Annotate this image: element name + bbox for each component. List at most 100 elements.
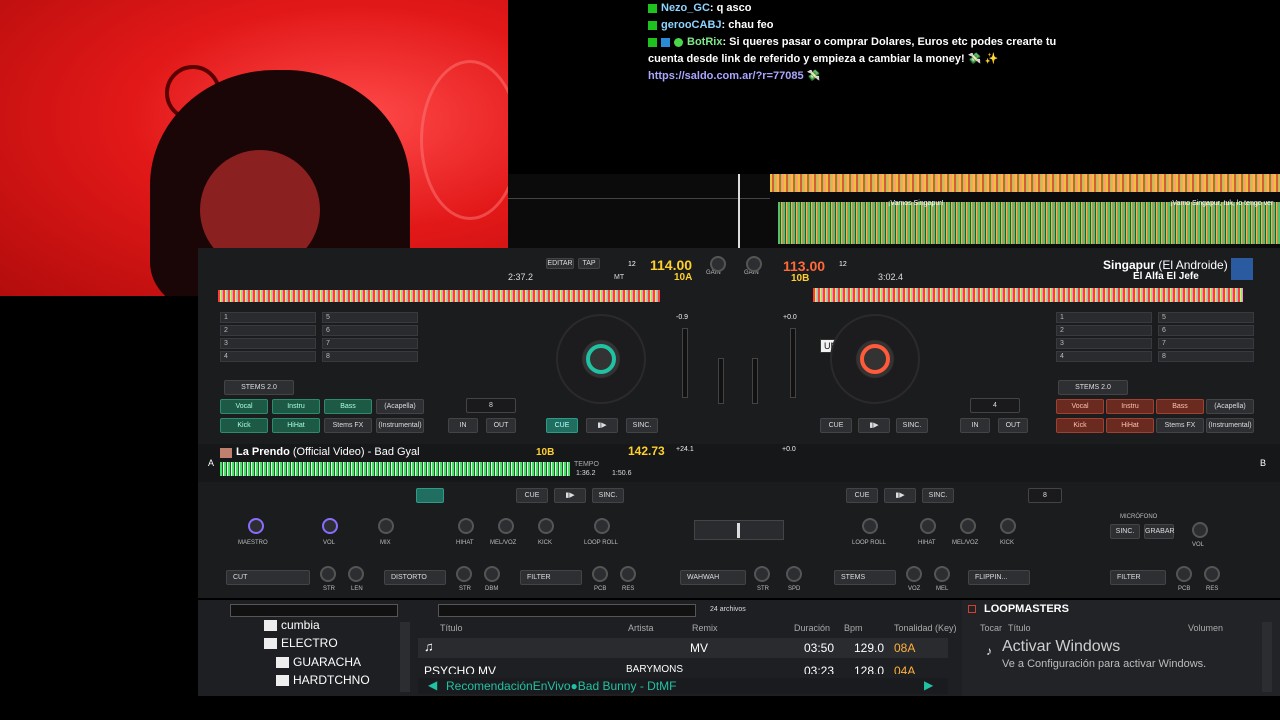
hotcue-slot[interactable]: 2 xyxy=(220,325,316,336)
play-button[interactable]: ▮▶ xyxy=(586,418,618,433)
folder-guaracha[interactable]: GUARACHA xyxy=(276,653,361,671)
hotcue-slot[interactable]: 2 xyxy=(1056,325,1152,336)
tree-scrollbar[interactable] xyxy=(400,622,410,692)
hotcue-slot[interactable]: 4 xyxy=(1056,351,1152,362)
loop-size[interactable] xyxy=(416,488,444,503)
edit-button[interactable]: EDITAR xyxy=(546,258,574,269)
hotcue-slot[interactable]: 6 xyxy=(1158,325,1254,336)
stem-kick[interactable]: Kick xyxy=(220,418,268,433)
hotcue-slot[interactable]: 5 xyxy=(322,312,418,323)
crossfader-handle[interactable] xyxy=(737,523,740,538)
col-key[interactable]: Tonalidad (Key) xyxy=(894,623,957,633)
fx-knob[interactable] xyxy=(906,566,922,582)
fx-select[interactable]: WAHWAH xyxy=(680,570,746,585)
fx-select[interactable]: FLIPPIN... xyxy=(968,570,1030,585)
kick-knob[interactable] xyxy=(538,518,554,534)
stem-bass[interactable]: Bass xyxy=(1156,399,1204,414)
cue-button[interactable]: CUE xyxy=(846,488,878,503)
hotcue-slot[interactable]: 5 xyxy=(1158,312,1254,323)
chat-link[interactable]: https://saldo.com.ar/?r=77085 💸 xyxy=(648,70,820,82)
table-row[interactable]: PSYCHO MV BARYMONS 03:23 128.0 04A xyxy=(418,662,948,674)
stem-instru[interactable]: Instru xyxy=(1106,399,1154,414)
fx-knob[interactable] xyxy=(484,566,500,582)
loop-size[interactable]: 8 xyxy=(466,398,516,413)
stem-kick[interactable]: Kick xyxy=(1056,418,1104,433)
play-button[interactable]: ▮▶ xyxy=(858,418,890,433)
tap-button[interactable]: TAP xyxy=(578,258,600,269)
mic-record-button[interactable]: GRABAR xyxy=(1144,524,1175,539)
fx-knob[interactable] xyxy=(1204,566,1220,582)
melvoz-knob[interactable] xyxy=(960,518,976,534)
stems-select[interactable]: STEMS 2.0 xyxy=(224,380,294,395)
master-knob[interactable] xyxy=(248,518,264,534)
hihat-knob[interactable] xyxy=(458,518,474,534)
fx-knob[interactable] xyxy=(620,566,636,582)
hotcue-slot[interactable]: 1 xyxy=(220,312,316,323)
fx-knob[interactable] xyxy=(786,566,802,582)
gain-knob-right[interactable] xyxy=(746,256,762,272)
play-button[interactable]: ▮▶ xyxy=(884,488,916,503)
sampler-scrollbar[interactable] xyxy=(1262,622,1272,692)
stem-acapella[interactable]: (Acapella) xyxy=(1206,399,1254,414)
stem-instru[interactable]: Instru xyxy=(272,399,320,414)
hotcue-slot[interactable]: 7 xyxy=(1158,338,1254,349)
deck-left-jogwheel[interactable] xyxy=(556,314,646,404)
col-bpm[interactable]: Bpm xyxy=(844,623,863,633)
stem-bass[interactable]: Bass xyxy=(324,399,372,414)
col-title[interactable]: Título xyxy=(1008,623,1031,633)
loop-size[interactable]: 8 xyxy=(1028,488,1062,503)
fx-knob[interactable] xyxy=(320,566,336,582)
col-play[interactable]: Tocar xyxy=(980,623,1002,633)
col-artist[interactable]: Artista xyxy=(628,623,654,633)
sync-button[interactable]: SINC. xyxy=(922,488,954,503)
mic-vol-knob[interactable] xyxy=(1192,522,1208,538)
table-row[interactable]: ♫ MV 03:50 129.0 08A xyxy=(418,638,948,658)
cue-button[interactable]: CUE xyxy=(546,418,578,433)
loop-out-button[interactable]: OUT xyxy=(998,418,1028,433)
play-button[interactable]: ▮▶ xyxy=(554,488,586,503)
loop-in-button[interactable]: IN xyxy=(960,418,990,433)
fx-knob[interactable] xyxy=(934,566,950,582)
kick-knob[interactable] xyxy=(1000,518,1016,534)
sync-button[interactable]: SINC. xyxy=(626,418,658,433)
hotcue-slot[interactable]: 3 xyxy=(220,338,316,349)
stem-fx[interactable]: Stems FX xyxy=(1156,418,1204,433)
hotcue-slot[interactable]: 8 xyxy=(322,351,418,362)
col-remix[interactable]: Remix xyxy=(692,623,718,633)
fx-select[interactable]: STEMS xyxy=(834,570,896,585)
fx-knob[interactable] xyxy=(348,566,364,582)
stem-hihat[interactable]: HiHat xyxy=(1106,418,1154,433)
hotcue-slot[interactable]: 3 xyxy=(1056,338,1152,349)
fx-knob[interactable] xyxy=(1176,566,1192,582)
hihat-knob[interactable] xyxy=(920,518,936,534)
overview-waveform[interactable]: ¡Vamos Singapur! ¡Vamo Singapur, tuk, lo… xyxy=(508,174,1280,248)
hotcue-slot[interactable]: 6 xyxy=(322,325,418,336)
mic-sync-button[interactable]: SINC. xyxy=(1110,524,1140,539)
hotcue-slot[interactable]: 7 xyxy=(322,338,418,349)
col-title[interactable]: Título xyxy=(440,623,463,633)
search-input[interactable] xyxy=(438,604,696,617)
hotcue-slot[interactable]: 1 xyxy=(1056,312,1152,323)
fx-select[interactable]: DISTORTO xyxy=(384,570,446,585)
hotcue-slot[interactable]: 4 xyxy=(220,351,316,362)
folder-hardtchno[interactable]: HARDTCHNO xyxy=(276,671,370,689)
stems-select[interactable]: STEMS 2.0 xyxy=(1058,380,1128,395)
stem-instrumental[interactable]: (Instrumental) xyxy=(1206,418,1254,433)
stem-vocal[interactable]: Vocal xyxy=(1056,399,1104,414)
sync-button[interactable]: SINC. xyxy=(592,488,624,503)
fx-select[interactable]: CUT xyxy=(226,570,310,585)
folder-cumbia[interactable]: cumbia xyxy=(264,616,320,634)
stem-hihat[interactable]: HiHat xyxy=(272,418,320,433)
crossfader[interactable] xyxy=(694,520,784,540)
stem-vocal[interactable]: Vocal xyxy=(220,399,268,414)
stem-instrumental[interactable]: (Instrumental) xyxy=(376,418,424,433)
deck-left-waveform[interactable] xyxy=(218,290,660,302)
fx-knob[interactable] xyxy=(592,566,608,582)
loop-out-button[interactable]: OUT xyxy=(486,418,516,433)
play-arrow-icon[interactable]: ▶ xyxy=(924,678,933,692)
cue-button[interactable]: CUE xyxy=(516,488,548,503)
fx-knob[interactable] xyxy=(456,566,472,582)
mix-knob[interactable] xyxy=(378,518,394,534)
fx-select[interactable]: FILTER xyxy=(1110,570,1166,585)
melvoz-knob[interactable] xyxy=(498,518,514,534)
